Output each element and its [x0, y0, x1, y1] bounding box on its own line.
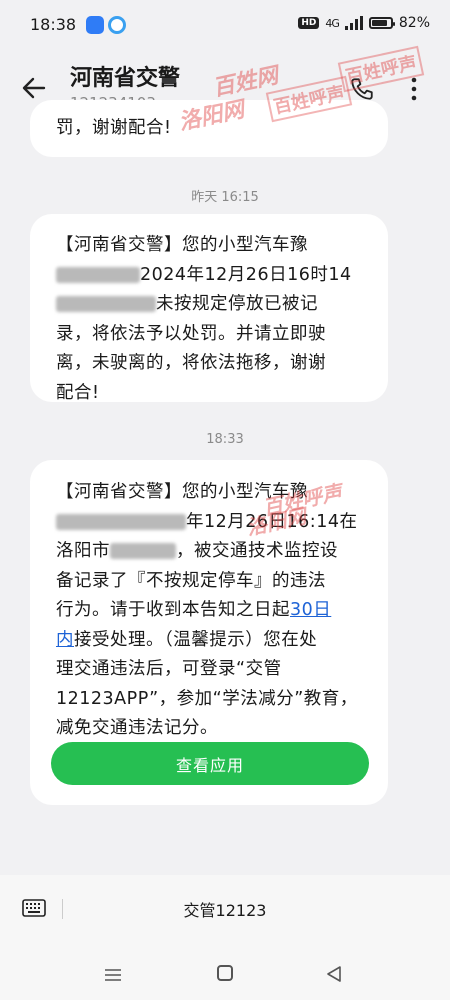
- home-icon[interactable]: [217, 965, 233, 981]
- message-line: 备记录了『不按规定停车』的违法: [56, 570, 326, 591]
- message-line: 未按规定停放已被记: [56, 290, 388, 320]
- status-bar: 18:38 HD 4G 82%: [0, 0, 450, 50]
- message-line: 【河南省交警】您的小型汽车豫: [56, 482, 308, 502]
- status-time: 18:38: [30, 15, 77, 34]
- message-input-bar: 交管12123: [0, 875, 450, 945]
- more-options-icon[interactable]: [404, 76, 424, 102]
- message-text: 罚，谢谢配合!: [56, 118, 172, 138]
- message-line-segment: 洛阳市: [56, 541, 110, 561]
- message-timestamp: 18:33: [206, 432, 244, 447]
- deadline-link[interactable]: 内: [56, 630, 74, 650]
- message-line: 行为。请于收到本告知之日起30日: [56, 596, 388, 626]
- signal-icon: [344, 16, 363, 30]
- message-line-segment: ，被交通技术监控设: [176, 541, 338, 561]
- view-app-button[interactable]: 查看应用: [51, 742, 369, 785]
- phone-call-icon[interactable]: [349, 76, 375, 102]
- message-line-segment: 2024年12月26日16时14: [140, 264, 352, 285]
- redacted-plate: [56, 513, 186, 530]
- message-text: 【河南省交警】您的小型汽车豫 年12月26日16:14在 洛阳市 ，被交通技术监控…: [56, 478, 388, 744]
- battery-icon: [368, 17, 395, 29]
- nav-back-icon[interactable]: [326, 966, 342, 982]
- app-notification-icon: [86, 16, 104, 34]
- contact-name: 河南省交警: [70, 66, 181, 91]
- input-divider: [62, 899, 63, 919]
- message-line-segment: 未按规定停放已被记: [156, 294, 318, 314]
- watermark-logo: 百姓网: [210, 63, 281, 102]
- message-line: 内接受处理。（温馨提示）您在处: [56, 626, 388, 656]
- message-line: 【河南省交警】您的小型汽车豫: [56, 235, 308, 255]
- action-area: 查看应用: [30, 710, 388, 800]
- message-line: 录，将依法予以处罚。并请立即驶: [56, 323, 326, 344]
- recent-apps-icon[interactable]: [104, 969, 122, 981]
- message-line: 年12月26日16:14在: [56, 508, 388, 538]
- battery-percent: 82%: [398, 15, 430, 31]
- hd-badge: HD: [298, 17, 320, 29]
- message-bubble[interactable]: 罚，谢谢配合!: [30, 100, 388, 157]
- redacted-location: [56, 296, 156, 312]
- message-timestamp: 昨天 16:15: [191, 190, 259, 205]
- message-line: 配合!: [56, 382, 100, 403]
- quick-reply-menu[interactable]: 交管12123: [70, 897, 380, 921]
- system-nav-bar: [0, 945, 450, 1000]
- message-line: 洛阳市 ，被交通技术监控设: [56, 537, 388, 567]
- message-line: 理交通违法后，可登录“交管: [56, 659, 282, 679]
- network-type: 4G: [325, 16, 339, 30]
- redacted-plate: [56, 266, 140, 283]
- deadline-link[interactable]: 30日: [290, 600, 331, 620]
- message-line: 2024年12月26日16时14: [56, 261, 388, 291]
- message-line-segment: 年12月26日16:14在: [186, 511, 358, 532]
- message-text: 【河南省交警】您的小型汽车豫 2024年12月26日16时14 未按规定停放已被…: [56, 231, 388, 408]
- keyboard-icon[interactable]: [22, 898, 46, 918]
- browser-notification-icon: [108, 16, 126, 34]
- message-line-segment: 接受处理。（温馨提示）您在处: [74, 629, 318, 650]
- back-arrow-icon[interactable]: [20, 74, 48, 102]
- battery-level: [371, 20, 387, 26]
- message-line-segment: 行为。请于收到本告知之日起: [56, 600, 290, 620]
- status-indicators: HD 4G 82%: [298, 15, 430, 31]
- message-line: 离，未驶离的，将依法拖移，谢谢: [56, 353, 326, 373]
- redacted-location: [110, 543, 176, 559]
- message-bubble[interactable]: 【河南省交警】您的小型汽车豫 年12月26日16:14在 洛阳市 ，被交通技术监控…: [30, 460, 388, 805]
- message-bubble[interactable]: 【河南省交警】您的小型汽车豫 2024年12月26日16时14 未按规定停放已被…: [30, 214, 388, 403]
